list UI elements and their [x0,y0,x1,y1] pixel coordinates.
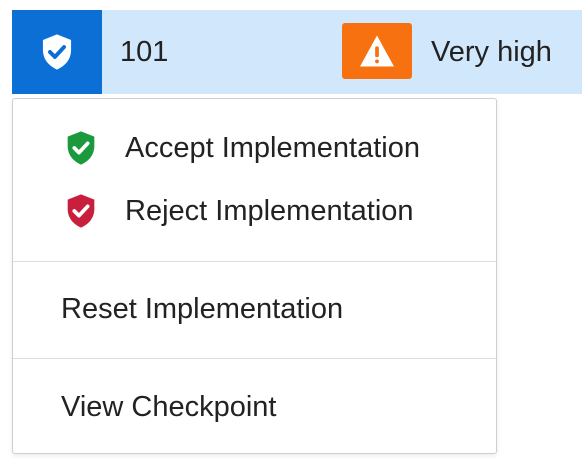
warning-triangle-icon [360,35,394,67]
menu-item-reject-implementation[interactable]: Reject Implementation [13,183,496,239]
menu-item-label: Reset Implementation [61,292,344,325]
menu-item-label: View Checkpoint [61,390,277,423]
implementation-row: 101 Very high [12,10,582,94]
implementation-status-button[interactable] [12,10,102,94]
risk-label: Very high [431,36,552,68]
shield-check-icon [42,34,72,70]
menu-divider [13,261,496,262]
implementation-actions-menu: Accept Implementation Reject Implementat… [12,98,497,454]
menu-item-label: Accept Implementation [125,131,420,164]
menu-item-accept-implementation[interactable]: Accept Implementation [13,120,496,176]
accept-shield-icon [63,128,99,168]
reject-shield-icon [63,191,99,231]
menu-item-view-checkpoint[interactable]: View Checkpoint [13,379,496,435]
row-id: 101 [120,36,169,68]
menu-item-reset-implementation[interactable]: Reset Implementation [13,281,496,337]
risk-badge [342,23,412,79]
menu-item-label: Reject Implementation [125,194,414,227]
menu-divider [13,358,496,359]
